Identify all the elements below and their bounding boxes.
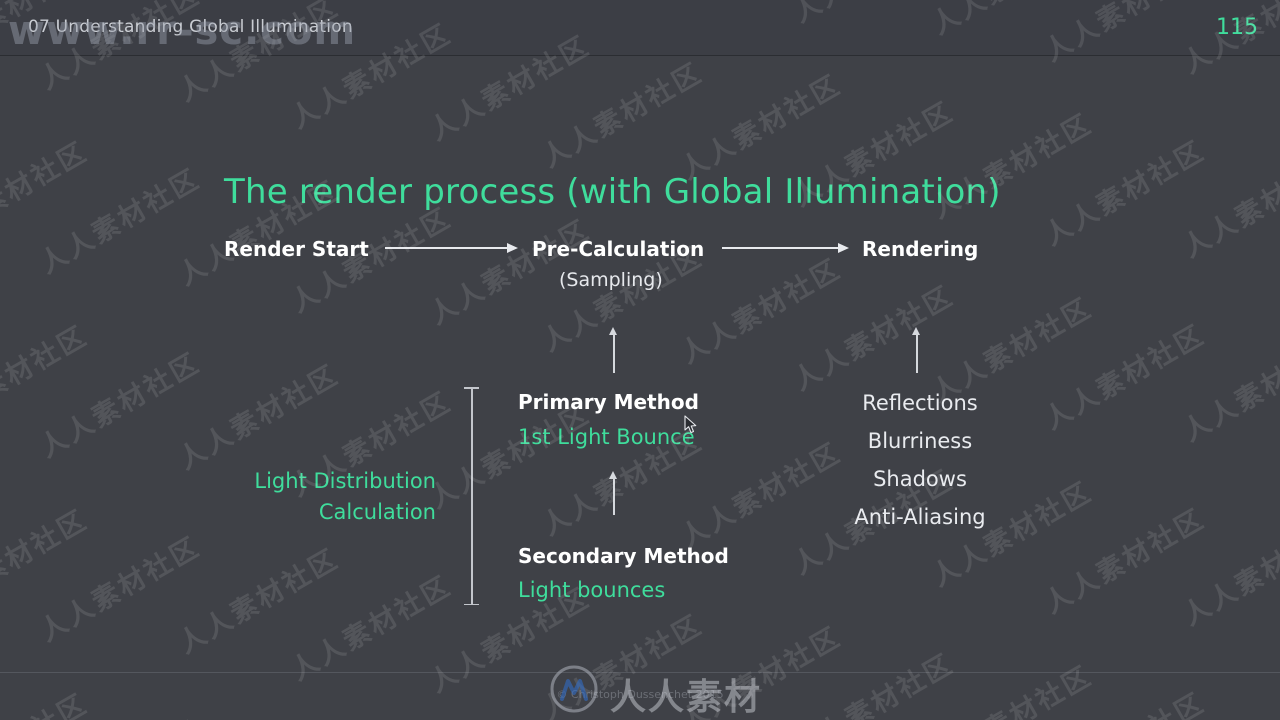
watermark-text: 人人素材社区 [1177, 331, 1280, 448]
watermark-text: 人人素材社区 [675, 253, 847, 370]
arrow-right-icon-1 [385, 243, 518, 253]
secondary-method-subtitle: Light bounces [518, 578, 666, 602]
flow-step-rendering: Rendering [862, 237, 979, 261]
watermark-text: 人人素材社区 [173, 543, 345, 660]
mouse-cursor [684, 415, 698, 439]
watermark-text: 人人素材社区 [1177, 147, 1280, 264]
primary-method-title: Primary Method [518, 390, 699, 414]
watermark-text: 人人素材社区 [34, 347, 207, 464]
watermark-row: 人人素材社区人人素材社区人人素材社区人人素材社区人人素材社区人人素材社区人人素材… [0, 0, 1280, 426]
watermark-url-text: www.rr-sc.com [8, 8, 357, 54]
arrow-up-icon-to-rendering [912, 327, 921, 373]
watermark-logo-text: 人人素材 [610, 677, 763, 718]
watermark-text: 人人素材社区 [1039, 319, 1211, 436]
light-distribution-line-1: Light Distribution [254, 469, 436, 493]
watermark-text: 人人素材社区 [0, 136, 94, 253]
light-distribution-caption: Light Distribution Calculation [180, 466, 436, 528]
render-output-item: Reflections [862, 391, 978, 415]
watermark-text: 人人素材社区 [926, 660, 1099, 720]
slide-title: The render process (with Global Illumina… [224, 172, 1001, 212]
render-output-item: Anti-Aliasing [854, 505, 986, 529]
watermark-text: 人人素材社区 [0, 320, 94, 437]
watermark-row: 人人素材社区人人素材社区人人素材社区人人素材社区人人素材社区人人素材社区人人素材… [0, 0, 1280, 720]
watermark-logo-icon [548, 665, 600, 717]
watermark-text: 人人素材社区 [34, 531, 207, 648]
flow-step-sampling-sub: (Sampling) [559, 269, 663, 291]
light-distribution-line-2: Calculation [318, 500, 436, 524]
watermark-text: 人人素材社区 [285, 570, 458, 687]
watermark-text: 人人素材社区 [536, 57, 709, 174]
watermark-tile-layer: 人人素材社区 人人素材社区人人素材社区 人人素材社区人人素材社区人人素材社区 人人素材… [0, 0, 1280, 720]
watermark-text: 人人素材社区 [1039, 135, 1211, 252]
arrow-up-icon-secondary-to-primary [609, 471, 618, 515]
render-output-item: Blurriness [867, 429, 973, 453]
flow-step-render-start: Render Start [224, 237, 369, 261]
arrow-up-icon-to-precalculation [609, 327, 618, 373]
watermark-text: 人人素材社区 [675, 69, 847, 186]
flow-step-pre-calculation: Pre-Calculation [532, 237, 705, 261]
watermark-text: 人人素材社区 [173, 359, 345, 476]
render-outputs-list: Reflections Blurriness Shadows Anti-Alia… [800, 384, 1040, 536]
watermark-text: 人人素材社区 [0, 504, 94, 621]
render-output-item: Shadows [873, 467, 967, 491]
watermark-text: 人人素材社区 [788, 280, 960, 397]
watermark-text: 人人素材社区 [788, 648, 960, 720]
watermark-text: 人人素材社区 [31, 709, 206, 720]
watermark-text: 人人素材社区 [1039, 503, 1211, 620]
watermark-text: 人人素材社区 [34, 163, 207, 280]
watermark-text: 人人素材社区 [1177, 515, 1280, 632]
secondary-method-title: Secondary Method [518, 544, 729, 568]
page-number: 115 [1216, 15, 1258, 40]
watermark-row: 人人素材社区人人素材社区人人素材社区人人素材社区人人素材社区人人素材社区人人素材… [0, 0, 1280, 720]
arrow-right-icon-2 [722, 243, 849, 253]
header-divider [0, 55, 1280, 56]
bracket-line [463, 387, 480, 605]
slide-canvas: 07 Understanding Global Illumination 115… [0, 0, 1280, 720]
primary-method-subtitle: 1st Light Bounce [518, 425, 695, 449]
